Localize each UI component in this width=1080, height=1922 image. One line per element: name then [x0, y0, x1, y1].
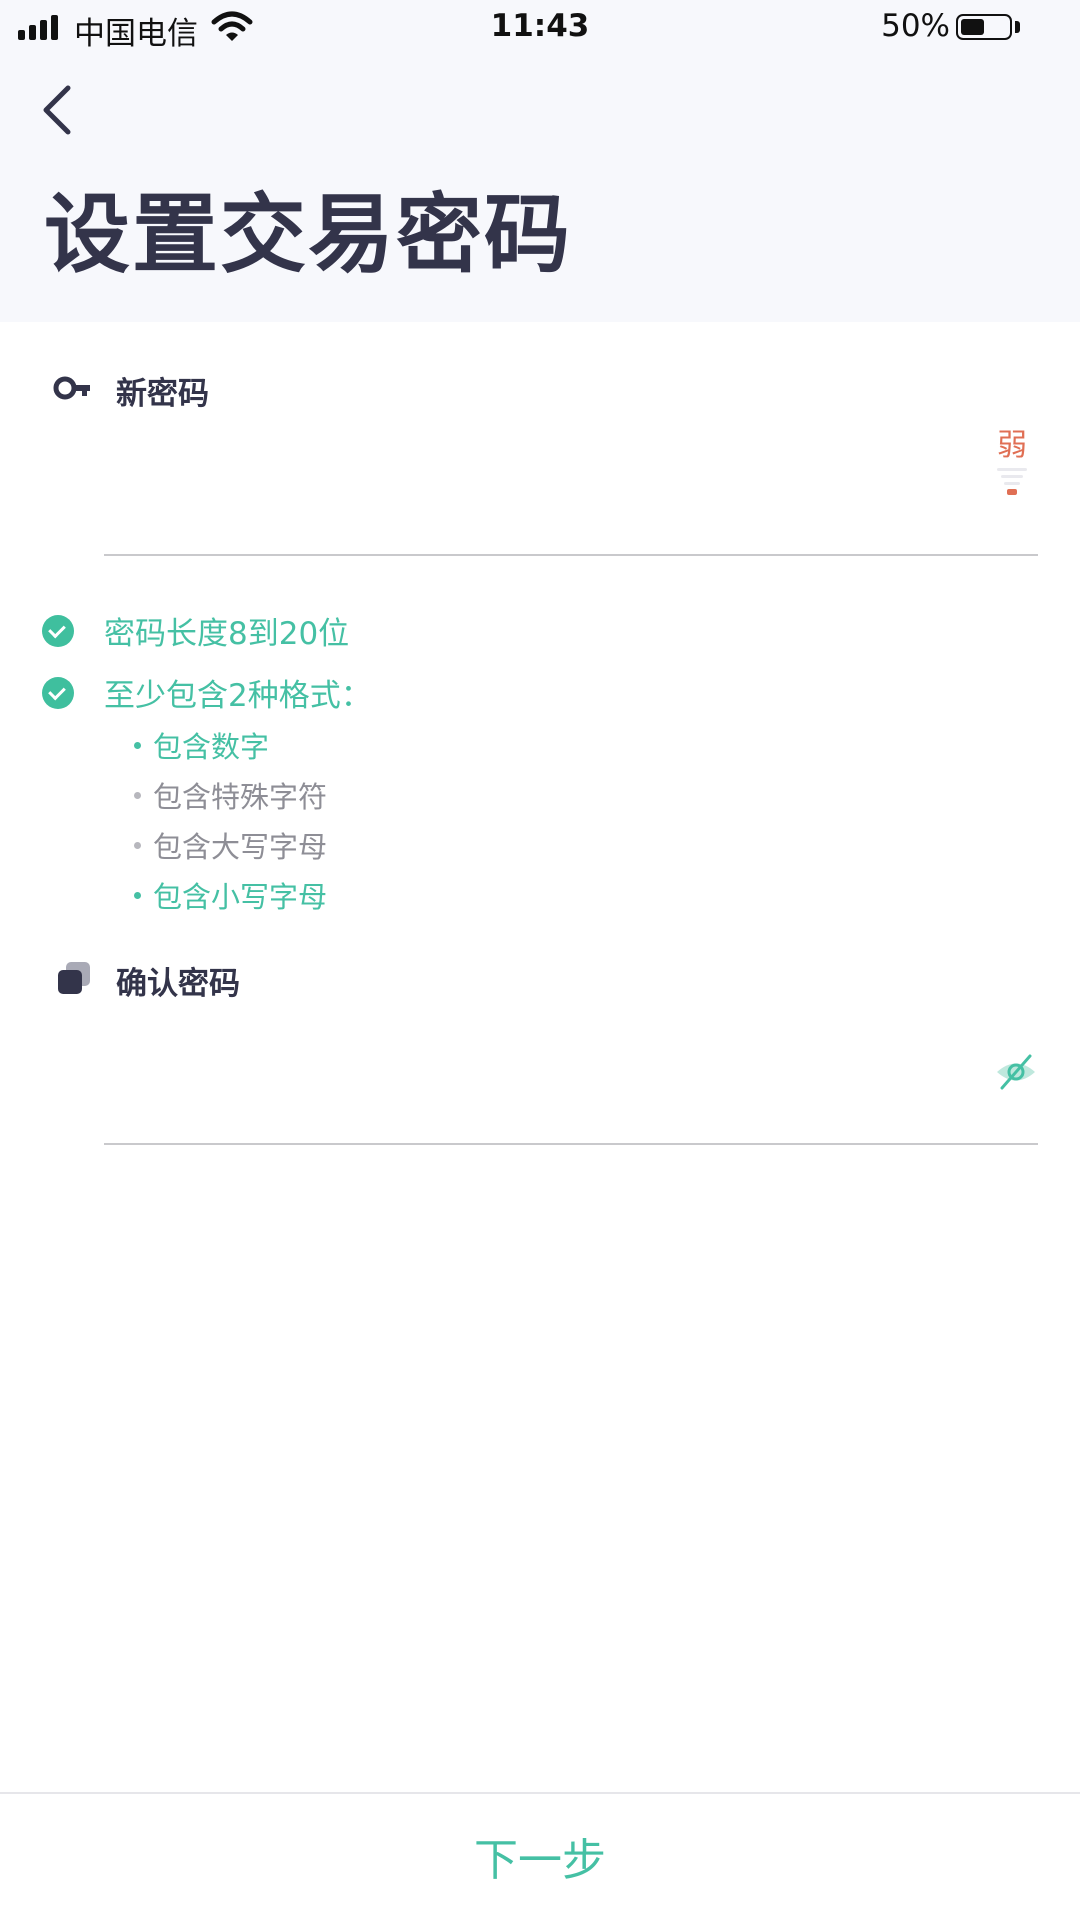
- bullet-icon: [134, 741, 141, 749]
- strength-label: 弱: [997, 428, 1027, 463]
- rule-formats-text: 至少包含2种格式：: [104, 678, 372, 714]
- battery-tip: [1015, 21, 1020, 33]
- new-password-input[interactable]: [104, 470, 968, 552]
- confirm-password-input[interactable]: [104, 1032, 968, 1114]
- password-strength-meter: 弱: [992, 420, 1032, 495]
- next-button[interactable]: 下一步: [0, 1792, 1080, 1920]
- strength-bars: [992, 468, 1032, 495]
- eye-off-icon[interactable]: [994, 1052, 1038, 1092]
- confirm-password-label: 确认密码: [116, 966, 240, 1002]
- format-digits-text: 包含数字: [153, 730, 270, 764]
- bullet-icon: [134, 791, 141, 799]
- format-special: 包含特殊字符: [134, 774, 327, 816]
- format-special-text: 包含特殊字符: [153, 780, 328, 814]
- key-icon: [53, 376, 90, 400]
- rule-formats: 至少包含2种格式：: [42, 670, 372, 715]
- bullet-icon: [134, 841, 141, 849]
- page-title: 设置交易密码: [44, 185, 572, 285]
- format-lowercase: 包含小写字母: [134, 874, 327, 916]
- format-digits: 包含数字: [134, 724, 269, 766]
- new-password-underline: [104, 554, 1038, 556]
- chevron-left-icon[interactable]: [30, 80, 90, 140]
- status-bar: 中国电信 11:43 50%: [0, 0, 1080, 56]
- battery-icon: [956, 14, 1012, 40]
- format-uppercase: 包含大写字母: [134, 824, 327, 866]
- bullet-icon: [134, 891, 141, 899]
- check-circle-icon: [42, 676, 74, 709]
- format-uppercase-text: 包含大写字母: [153, 830, 328, 864]
- check-circle-icon: [42, 614, 74, 647]
- stacked-squares-icon: [58, 962, 90, 994]
- rule-length: 密码长度8到20位: [42, 608, 349, 653]
- new-password-label: 新密码: [116, 376, 209, 412]
- battery-percent: 50%: [881, 8, 950, 44]
- rule-length-text: 密码长度8到20位: [104, 616, 350, 652]
- confirm-password-underline: [104, 1143, 1038, 1145]
- format-lowercase-text: 包含小写字母: [153, 880, 328, 914]
